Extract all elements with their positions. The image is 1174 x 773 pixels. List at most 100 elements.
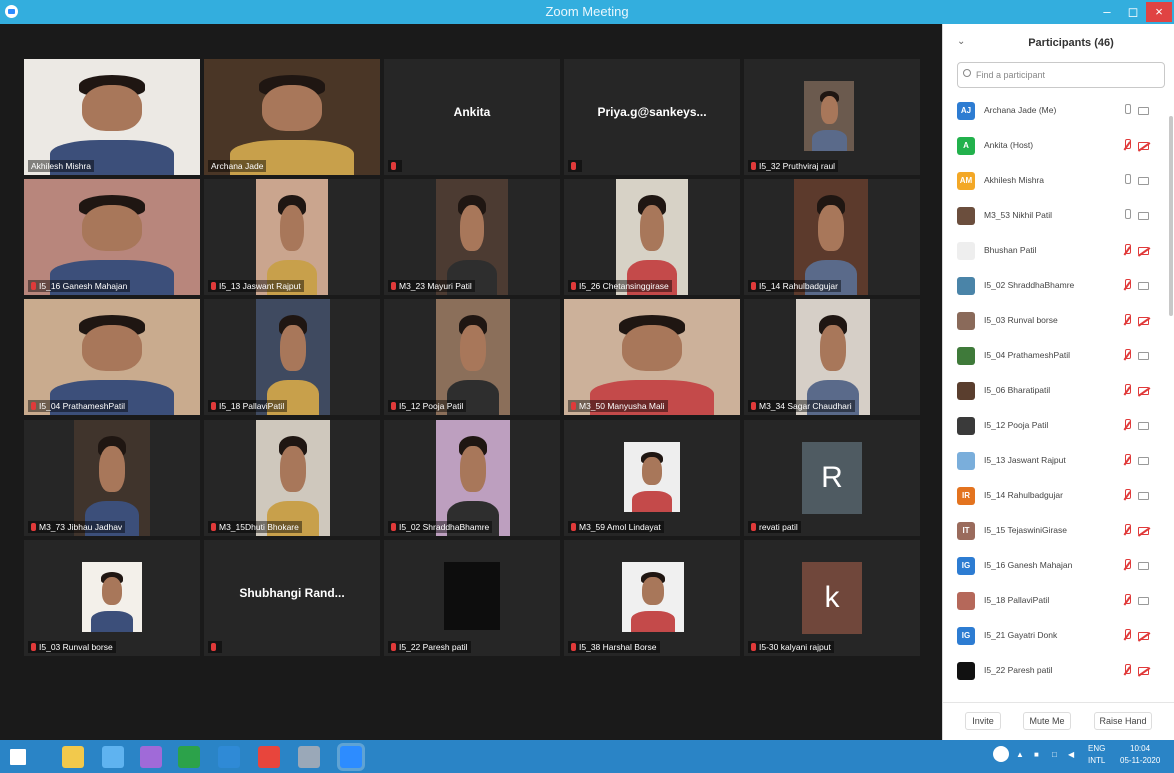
participant-tile[interactable]: k I5-30 kalyani rajput bbox=[744, 540, 920, 656]
participant-tile[interactable]: Ankita bbox=[384, 59, 560, 175]
participant-name: I5_15 TejaswiniGirase bbox=[984, 525, 1067, 535]
participant-row[interactable]: IG I5_16 Ganesh Mahajan bbox=[943, 549, 1169, 584]
display-icon[interactable]: □ bbox=[1052, 750, 1057, 759]
participant-row[interactable]: I5_02 ShraddhaBhamre bbox=[943, 269, 1169, 304]
zoom-icon[interactable] bbox=[340, 746, 362, 768]
participant-list-scrollbar[interactable] bbox=[1169, 116, 1173, 316]
participant-tile[interactable]: M3_34 Sagar Chaudhari bbox=[744, 299, 920, 415]
participant-name-label: I5_14 Rahulbadgujar bbox=[748, 280, 841, 292]
maximize-button[interactable]: ◻ bbox=[1120, 2, 1146, 22]
participant-search-input[interactable]: Find a participant bbox=[957, 62, 1165, 88]
avatar: IT bbox=[957, 522, 975, 540]
participant-row[interactable]: AM Akhilesh Mishra bbox=[943, 164, 1169, 199]
participant-name: I5_12 Pooja Patil bbox=[984, 420, 1049, 430]
participant-name-text: I5_14 Rahulbadgujar bbox=[759, 281, 838, 291]
minimize-button[interactable]: – bbox=[1094, 2, 1120, 22]
internet-explorer-icon[interactable] bbox=[102, 746, 124, 768]
avatar: AJ bbox=[957, 102, 975, 120]
participant-row[interactable]: IT I5_15 TejaswiniGirase bbox=[943, 514, 1169, 549]
participant-tile[interactable]: I5_38 Harshal Borse bbox=[564, 540, 740, 656]
person-face bbox=[280, 324, 306, 371]
participant-tile[interactable]: I5_02 ShraddhaBhamre bbox=[384, 420, 560, 536]
person-face bbox=[639, 204, 665, 251]
participant-tile[interactable]: I5_13 Jaswant Rajput bbox=[204, 179, 380, 295]
participant-tile[interactable]: Priya.g@sankeys... bbox=[564, 59, 740, 175]
clock-time[interactable]: 10:04 bbox=[1130, 744, 1150, 753]
person-face bbox=[82, 84, 142, 131]
participant-tile[interactable]: I5_22 Paresh patil bbox=[384, 540, 560, 656]
window-title: Zoom Meeting bbox=[545, 4, 629, 19]
participant-row[interactable]: I5_18 PallaviPatil bbox=[943, 584, 1169, 619]
avatar bbox=[957, 242, 975, 260]
help-icon[interactable] bbox=[993, 746, 1009, 762]
avatar bbox=[957, 347, 975, 365]
store-icon[interactable] bbox=[178, 746, 200, 768]
participant-tile[interactable]: M3_15Dhuti Bhokare bbox=[204, 420, 380, 536]
participant-name-text: Archana Jade bbox=[211, 161, 264, 171]
clock-date[interactable]: 05-11-2020 bbox=[1120, 756, 1160, 765]
participant-tile[interactable]: Archana Jade bbox=[204, 59, 380, 175]
participant-row[interactable]: IR I5_14 Rahulbadgujar bbox=[943, 479, 1169, 514]
visual-studio-icon[interactable] bbox=[140, 746, 162, 768]
participant-name-text: I5_02 ShraddhaBhamre bbox=[399, 522, 490, 532]
participant-tile[interactable]: M3_50 Manyusha Mali bbox=[564, 299, 740, 415]
participant-tile[interactable]: I5_04 PrathameshPatil bbox=[24, 299, 200, 415]
participant-name: I5_21 Gayatri Donk bbox=[984, 630, 1058, 640]
participant-row[interactable]: I5_03 Runval borse bbox=[943, 304, 1169, 339]
person-face bbox=[262, 84, 322, 131]
invite-button[interactable]: Invite bbox=[965, 712, 1001, 730]
participant-tile[interactable]: I5_03 Runval borse bbox=[24, 540, 200, 656]
chrome-icon[interactable] bbox=[258, 746, 280, 768]
person-face bbox=[280, 445, 306, 492]
participant-row[interactable]: I5_12 Pooja Patil bbox=[943, 409, 1169, 444]
participant-list: AJ Archana Jade (Me) A Ankita (Host) AM Akhil… bbox=[943, 94, 1174, 694]
participant-row[interactable]: AJ Archana Jade (Me) bbox=[943, 94, 1169, 129]
mute-me-button[interactable]: Mute Me bbox=[1023, 712, 1071, 730]
tray-chevron-icon[interactable]: ▲ bbox=[1016, 750, 1024, 759]
participant-tile[interactable]: M3_73 Jibhau Jadhav bbox=[24, 420, 200, 536]
generic-app-icon[interactable] bbox=[298, 746, 320, 768]
video-icon bbox=[1138, 177, 1149, 185]
language-indicator[interactable]: ENG bbox=[1088, 744, 1105, 753]
participant-row[interactable]: Bhushan Patil bbox=[943, 234, 1169, 269]
close-button[interactable]: × bbox=[1146, 2, 1172, 22]
mic-muted-icon bbox=[31, 523, 36, 531]
participant-tile[interactable]: I5_18 PallaviPatil bbox=[204, 299, 380, 415]
participant-tile[interactable]: I5_26 Chetansinggirase bbox=[564, 179, 740, 295]
participant-name-label: M3_34 Sagar Chaudhari bbox=[748, 400, 855, 412]
participant-video-frame bbox=[436, 420, 510, 536]
person-face bbox=[642, 577, 664, 606]
participant-row[interactable]: A Ankita (Host) bbox=[943, 129, 1169, 164]
participant-name-text: M3_59 Amol Lindayat bbox=[579, 522, 661, 532]
participants-panel: ⌄ Participants (46) Find a participant A… bbox=[942, 24, 1174, 740]
mic-muted-icon bbox=[1123, 664, 1131, 676]
volume-icon[interactable]: ◀ bbox=[1068, 750, 1074, 759]
participant-tile[interactable]: M3_59 Amol Lindayat bbox=[564, 420, 740, 536]
network-icon[interactable]: ■ bbox=[1034, 750, 1039, 759]
keyboard-layout[interactable]: INTL bbox=[1088, 756, 1105, 765]
participant-initial-avatar: k bbox=[802, 562, 862, 634]
teamviewer-icon[interactable] bbox=[218, 746, 240, 768]
person-body bbox=[631, 611, 675, 632]
mic-muted-icon bbox=[1123, 419, 1131, 431]
participant-tile[interactable]: I5_12 Pooja Patil bbox=[384, 299, 560, 415]
participant-row[interactable]: IG I5_21 Gayatri Donk bbox=[943, 619, 1169, 654]
participant-tile[interactable]: Shubhangi Rand... bbox=[204, 540, 380, 656]
participant-row[interactable]: I5_13 Jaswant Rajput bbox=[943, 444, 1169, 479]
participant-tile[interactable]: I5_32 Pruthviraj raul bbox=[744, 59, 920, 175]
participant-row[interactable]: M3_53 Nikhil Patil bbox=[943, 199, 1169, 234]
windows-start-icon[interactable] bbox=[10, 749, 26, 765]
participant-tile[interactable]: Rrevati patil bbox=[744, 420, 920, 536]
file-explorer-icon[interactable] bbox=[62, 746, 84, 768]
participant-tile[interactable]: I5_16 Ganesh Mahajan bbox=[24, 179, 200, 295]
participant-tile[interactable]: Akhilesh Mishra bbox=[24, 59, 200, 175]
participant-row[interactable]: I5_06 Bharatipatil bbox=[943, 374, 1169, 409]
participant-video-frame bbox=[796, 299, 870, 415]
participant-row[interactable]: I5_22 Paresh patil bbox=[943, 654, 1169, 689]
raise-hand-button[interactable]: Raise Hand bbox=[1094, 712, 1152, 730]
participant-row[interactable]: I5_04 PrathameshPatil bbox=[943, 339, 1169, 374]
participant-tile[interactable]: I5_14 Rahulbadgujar bbox=[744, 179, 920, 295]
mic-muted-icon bbox=[391, 643, 396, 651]
participant-name-label: I5_04 PrathameshPatil bbox=[28, 400, 128, 412]
participant-tile[interactable]: M3_23 Mayuri Patil bbox=[384, 179, 560, 295]
